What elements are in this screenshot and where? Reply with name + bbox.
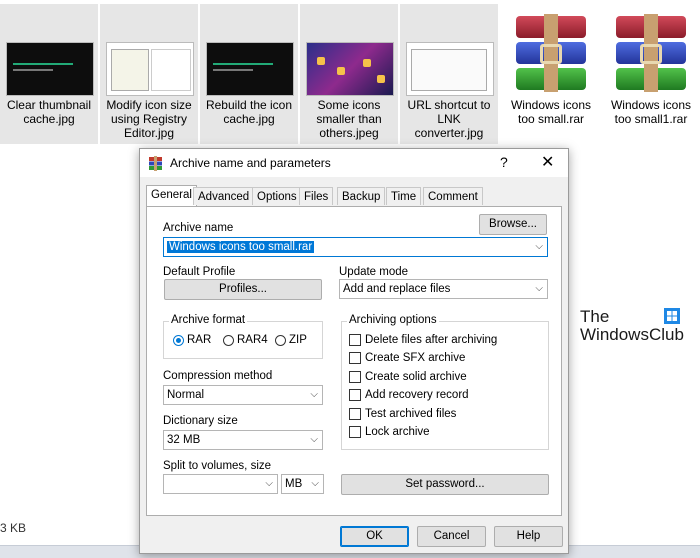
update-mode-select[interactable]: Add and replace files ⌵ — [339, 279, 548, 299]
file-thumbnail — [6, 42, 94, 96]
file-tile-rar-2[interactable]: Windows icons too small1.rar — [602, 4, 700, 144]
archive-name-label: Archive name — [163, 222, 234, 234]
split-volumes-input[interactable]: ⌵ — [163, 474, 278, 494]
update-mode-value: Add and replace files — [343, 283, 451, 295]
archive-name-value: Windows icons too small.rar — [167, 241, 315, 253]
file-thumbnail — [206, 42, 294, 96]
default-profile-label: Default Profile — [163, 266, 236, 278]
compression-method-select[interactable]: Normal ⌵ — [163, 385, 323, 405]
format-zip-radio[interactable] — [275, 335, 286, 346]
tab-advanced[interactable]: Advanced — [193, 187, 255, 205]
profiles-button[interactable]: Profiles... — [164, 279, 322, 300]
file-name: URL shortcut to LNK converter.jpg — [407, 98, 491, 140]
file-name: Modify icon size using Registry Editor.j… — [106, 98, 192, 140]
format-rar4-radio[interactable] — [223, 335, 234, 346]
winrar-archive-icon — [512, 14, 590, 92]
winrar-app-icon — [149, 156, 162, 171]
dictionary-size-value: 32 MB — [167, 434, 201, 446]
chevron-down-icon[interactable]: ⌵ — [310, 431, 318, 449]
cancel-button[interactable]: Cancel — [417, 526, 486, 547]
status-bar-size: 3 KB — [0, 521, 27, 535]
split-unit-value: MB — [285, 478, 303, 490]
tab-general[interactable]: General — [146, 185, 197, 207]
tab-options[interactable]: Options — [252, 187, 302, 205]
delete-files-checkbox[interactable] — [349, 334, 361, 346]
lock-archive-label: Lock archive — [365, 426, 430, 438]
dictionary-size-label: Dictionary size — [163, 415, 238, 427]
archive-name-input[interactable]: Windows icons too small.rar ⌵ — [163, 237, 548, 257]
format-rar-label: RAR — [187, 334, 212, 346]
split-unit-select[interactable]: MB ⌵ — [281, 474, 324, 494]
file-thumbnail — [406, 42, 494, 96]
create-solid-label: Create solid archive — [365, 371, 467, 383]
file-name: Clear thumbnail cache.jpg — [6, 98, 92, 126]
chevron-down-icon[interactable]: ⌵ — [311, 475, 319, 493]
tab-files[interactable]: Files — [299, 187, 334, 205]
general-panel: Archive name Browse... Windows icons too… — [146, 206, 562, 516]
test-files-label: Test archived files — [365, 408, 457, 420]
ok-button[interactable]: OK — [340, 526, 409, 547]
compression-method-value: Normal — [167, 389, 205, 401]
file-name: Windows icons too small1.rar — [610, 98, 692, 126]
file-tile-rebuild-icon-cache[interactable]: Rebuild the icon cache.jpg — [200, 4, 298, 144]
dialog-title: Archive name and parameters — [170, 156, 331, 170]
file-name: Rebuild the icon cache.jpg — [205, 98, 293, 126]
file-tile-modify-icon-size[interactable]: Modify icon size using Registry Editor.j… — [100, 4, 198, 144]
format-rar-radio[interactable] — [173, 335, 184, 346]
create-sfx-checkbox[interactable] — [349, 352, 361, 364]
file-thumbnail — [106, 42, 194, 96]
archiving-options-label: Archiving options — [347, 314, 439, 326]
help-icon[interactable]: ? — [500, 154, 508, 170]
dialog-titlebar[interactable]: Archive name and parameters ? ✕ — [140, 149, 568, 177]
recovery-record-label: Add recovery record — [365, 389, 469, 401]
format-rar4-label: RAR4 — [237, 334, 268, 346]
set-password-button[interactable]: Set password... — [341, 474, 549, 495]
archive-dialog: Archive name and parameters ? ✕ General … — [139, 148, 569, 554]
chevron-down-icon[interactable]: ⌵ — [310, 386, 318, 404]
watermark-line2: WindowsClub — [580, 325, 684, 344]
winrar-archive-icon — [612, 14, 690, 92]
archive-format-label: Archive format — [169, 314, 248, 326]
create-sfx-label: Create SFX archive — [365, 352, 466, 364]
tab-backup[interactable]: Backup — [337, 187, 386, 205]
file-name: Windows icons too small.rar — [510, 98, 592, 126]
format-zip-label: ZIP — [289, 334, 307, 346]
file-tile-clear-thumbnail[interactable]: Clear thumbnail cache.jpg — [0, 4, 98, 144]
update-mode-label: Update mode — [339, 266, 409, 278]
browse-button[interactable]: Browse... — [479, 214, 547, 235]
chevron-down-icon[interactable]: ⌵ — [535, 280, 543, 298]
chevron-down-icon[interactable]: ⌵ — [535, 238, 543, 256]
compression-method-label: Compression method — [163, 370, 273, 382]
delete-files-label: Delete files after archiving — [365, 334, 498, 346]
file-tile-url-shortcut[interactable]: URL shortcut to LNK converter.jpg — [400, 4, 498, 144]
recovery-record-checkbox[interactable] — [349, 389, 361, 401]
test-files-checkbox[interactable] — [349, 408, 361, 420]
file-name: Some icons smaller than others.jpeg — [316, 98, 382, 140]
tab-comment[interactable]: Comment — [423, 187, 483, 205]
windowsclub-logo-icon — [664, 308, 680, 324]
chevron-down-icon[interactable]: ⌵ — [265, 475, 273, 493]
file-tile-rar-1[interactable]: Windows icons too small.rar — [502, 4, 600, 144]
create-solid-checkbox[interactable] — [349, 371, 361, 383]
lock-archive-checkbox[interactable] — [349, 426, 361, 438]
split-volumes-label: Split to volumes, size — [163, 460, 272, 472]
tab-strip: General Advanced Options Files Backup Ti… — [146, 185, 566, 207]
file-thumbnail — [306, 42, 394, 96]
help-button[interactable]: Help — [494, 526, 563, 547]
tab-time[interactable]: Time — [386, 187, 422, 205]
file-tile-some-icons-smaller[interactable]: Some icons smaller than others.jpeg — [300, 4, 398, 144]
close-icon[interactable]: ✕ — [541, 152, 554, 172]
dictionary-size-select[interactable]: 32 MB ⌵ — [163, 430, 323, 450]
